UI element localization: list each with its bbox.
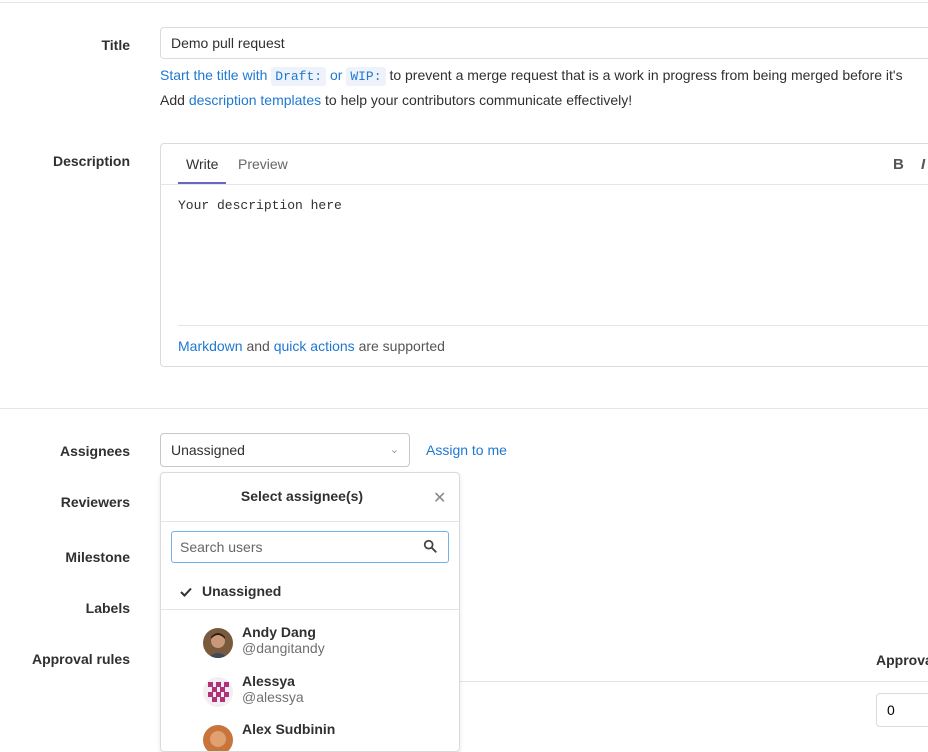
- markdown-note: Markdown and quick actions are supported: [178, 338, 445, 354]
- and-text: and: [246, 338, 270, 354]
- or-text: or: [329, 67, 343, 83]
- user-option[interactable]: Alex Sudbinin: [161, 719, 459, 751]
- user-handle: @alessya: [242, 689, 304, 705]
- approvals-divider: [460, 681, 928, 682]
- avatar: [203, 725, 233, 751]
- avatar: [203, 628, 233, 658]
- approvals-header: Approvals: [876, 652, 928, 668]
- draft-hint-link[interactable]: Start the title with: [160, 67, 267, 83]
- editor-divider: [178, 325, 928, 326]
- assign-to-me-link[interactable]: Assign to me: [426, 442, 507, 458]
- title-draft-hint: Start the title with Draft: or WIP: to p…: [160, 67, 903, 86]
- title-input[interactable]: [160, 27, 928, 59]
- search-icon: [423, 539, 437, 553]
- avatar: [203, 677, 233, 707]
- editor-tabs: Write Preview B I: [161, 144, 928, 185]
- assignee-dropdown-menu: Select assignee(s) ✕ Unassigned Andy Dan…: [160, 472, 460, 752]
- assignee-dropdown-toggle[interactable]: Unassigned ⌄: [160, 433, 410, 467]
- unassigned-option[interactable]: Unassigned: [161, 577, 459, 607]
- supported-text: are supported: [358, 338, 445, 354]
- unassigned-option-label: Unassigned: [202, 583, 282, 599]
- user-name: Alex Sudbinin: [242, 721, 336, 737]
- search-users-input[interactable]: [171, 531, 449, 563]
- quick-actions-link[interactable]: quick actions: [274, 338, 355, 354]
- chevron-down-icon: ⌄: [389, 444, 399, 456]
- description-templates-link[interactable]: description templates: [189, 92, 321, 108]
- user-name: Alessya: [242, 673, 295, 689]
- reviewers-label: Reviewers: [60, 494, 130, 510]
- dropdown-title: Select assignee(s): [240, 488, 364, 504]
- markdown-link[interactable]: Markdown: [178, 338, 243, 354]
- assignees-label: Assignees: [59, 443, 130, 459]
- description-editor: Write Preview B I Your description here …: [160, 143, 928, 367]
- user-handle: @dangitandy: [242, 640, 325, 656]
- templates-suffix: to help your contributors communicate ef…: [325, 92, 633, 108]
- approvals-required-input[interactable]: [876, 693, 928, 727]
- draft-hint-suffix: to prevent a merge request that is a wor…: [389, 67, 903, 83]
- user-name: Andy Dang: [242, 624, 316, 640]
- title-label: Title: [101, 37, 130, 53]
- approval-rules-label: Approval rules: [31, 651, 130, 667]
- wip-tag[interactable]: WIP:: [346, 67, 386, 86]
- section-divider: [0, 408, 928, 409]
- user-option[interactable]: Andy Dang @dangitandy: [161, 622, 459, 668]
- italic-icon[interactable]: I: [921, 156, 925, 173]
- user-option[interactable]: Alessya @alessya: [161, 671, 459, 717]
- dropdown-divider: [161, 521, 459, 522]
- top-divider: [0, 2, 928, 3]
- description-label: Description: [52, 153, 130, 169]
- templates-prefix: Add: [160, 92, 185, 108]
- description-textarea[interactable]: Your description here: [178, 198, 342, 213]
- check-icon: [180, 587, 192, 597]
- tab-preview[interactable]: Preview: [238, 144, 288, 184]
- milestone-label: Milestone: [65, 549, 130, 565]
- tab-write[interactable]: Write: [178, 144, 227, 184]
- draft-tag[interactable]: Draft:: [271, 67, 327, 86]
- templates-hint: Add description templates to help your c…: [160, 92, 632, 108]
- dropdown-divider: [161, 609, 459, 610]
- bold-icon[interactable]: B: [893, 156, 904, 173]
- close-icon[interactable]: ✕: [433, 488, 446, 508]
- assignee-selected-value: Unassigned: [171, 442, 245, 458]
- labels-label: Labels: [85, 600, 130, 616]
